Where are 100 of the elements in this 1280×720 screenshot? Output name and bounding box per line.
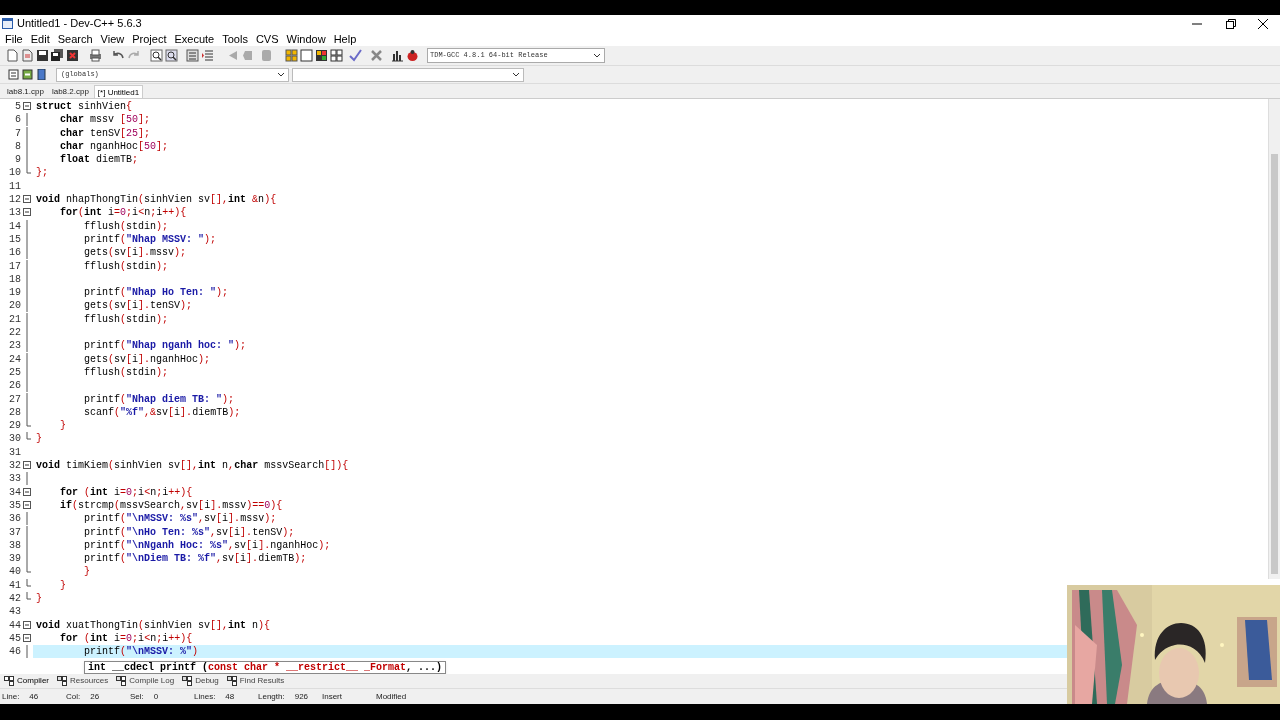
save-all-icon[interactable] — [51, 49, 64, 62]
panel-icon — [116, 676, 127, 686]
code-line: } — [35, 432, 42, 446]
code-line: printf("\nMSSV: %s",sv[i].mssv); — [83, 512, 277, 526]
status-value: 0 — [153, 690, 159, 703]
status-value: 46 — [29, 690, 39, 703]
open-file-icon[interactable] — [21, 49, 34, 62]
code-line: fflush(stdin); — [83, 219, 169, 233]
code-line: void nhapThongTin(sinhVien sv[],int &n){ — [35, 193, 277, 207]
code-line: printf("\nHo Ten: %s",sv[i].tenSV); — [83, 525, 295, 539]
close-file-icon[interactable] — [66, 49, 79, 62]
panel-icon — [57, 676, 67, 686]
code-line: printf("Nhap MSSV: "); — [83, 232, 217, 247]
status-value: 26 — [90, 690, 100, 703]
code-line: printf("\nMSSV: %") — [83, 645, 199, 659]
fold-toggle-icon[interactable] — [22, 459, 32, 472]
fold-toggle-icon[interactable] — [22, 631, 32, 645]
panel-tab[interactable]: Resources — [57, 675, 109, 687]
panel-icon — [226, 676, 237, 686]
file-tab[interactable]: [*] Untitled1 — [93, 85, 144, 98]
status-label: Line: — [2, 690, 20, 703]
status-value: 926 — [294, 690, 309, 703]
code-line: }; — [35, 166, 48, 180]
fold-toggle-icon[interactable] — [22, 100, 32, 113]
window-title: Untitled1 - Dev-C++ 5.6.3 — [17, 16, 142, 32]
code-line: scanf("%f",&sv[i].diemTB); — [83, 405, 241, 420]
code-line: } — [83, 565, 90, 579]
status-label: Col: — [66, 690, 81, 703]
menu-item[interactable]: Tools — [218, 30, 252, 48]
menu-item[interactable]: Edit — [26, 30, 54, 48]
code-line: char nganhHoc[50]; — [59, 139, 169, 154]
rebuild-icon[interactable] — [330, 49, 343, 62]
status-label: Lines: — [194, 690, 216, 703]
stop-icon[interactable] — [370, 49, 383, 62]
status-text: Modified — [375, 690, 408, 703]
menu-item[interactable]: Search — [53, 30, 97, 48]
menu-item[interactable]: View — [96, 30, 129, 48]
code-line: for (int i=0;i<n;i++){ — [59, 485, 193, 499]
check-icon[interactable] — [349, 49, 362, 62]
print-icon[interactable] — [89, 49, 102, 62]
menu-item[interactable]: Project — [128, 30, 171, 48]
code-line: printf("Nhap diem TB: "); — [83, 392, 235, 406]
indent-icon[interactable] — [186, 49, 199, 62]
code-line: if(strcmp(mssvSearch,sv[i].mssv)==0){ — [59, 498, 283, 513]
panel-tab[interactable]: Debug — [182, 675, 219, 687]
panel-tab[interactable]: Compiler — [4, 675, 49, 687]
close-icon[interactable] — [1258, 18, 1268, 29]
panel-icon — [4, 676, 14, 686]
fold-toggle-icon[interactable] — [22, 498, 32, 512]
unindent-icon[interactable] — [201, 49, 214, 62]
fold-toggle-icon[interactable] — [22, 485, 32, 499]
debug-icon[interactable] — [406, 49, 419, 62]
panel-tab[interactable]: Find Results — [226, 675, 285, 687]
class-browser-icon[interactable] — [8, 69, 19, 80]
code-line: fflush(stdin); — [83, 259, 169, 273]
replace-icon[interactable] — [165, 49, 178, 62]
code-line: printf("Nhap Ho Ten: "); — [83, 286, 229, 300]
status-text: Insert — [321, 690, 343, 703]
code-line: gets(sv[i].nganhHoc); — [83, 352, 211, 366]
code-line: } — [59, 578, 66, 592]
scrollbar[interactable] — [1268, 99, 1280, 579]
app-icon — [2, 18, 13, 29]
code-line: void xuatThongTin(sinhVien sv[],int n){ — [35, 618, 271, 632]
code-line: for(int i=0;i<n;i++){ — [59, 206, 187, 220]
code-line: void timKiem(sinhVien sv[],int n,char mssvSearch[]){ — [35, 459, 349, 473]
code-line: struct sinhVien{ — [35, 100, 133, 114]
status-label: Sel: — [130, 690, 144, 703]
file-tab[interactable]: lab8.1.cpp — [4, 86, 47, 98]
chevron-down-icon — [277, 72, 285, 77]
code-line: printf("\nNganh Hoc: %s",sv[i].nganhHoc); — [83, 538, 331, 553]
code-line: } — [59, 419, 66, 433]
panel-tab[interactable]: Compile Log — [116, 675, 175, 687]
bar-chart-icon[interactable] — [391, 49, 404, 62]
menu-item[interactable]: CVS — [251, 30, 283, 48]
new-file-icon[interactable] — [6, 49, 19, 62]
code-line: for (int i=0;i<n;i++){ — [59, 631, 193, 646]
code-line: char mssv [50]; — [59, 113, 151, 127]
search-icon[interactable] — [150, 49, 163, 62]
chevron-down-icon — [512, 72, 520, 77]
code-line: float diemTB; — [59, 153, 139, 167]
status-label: Length: — [258, 690, 285, 703]
tooltip: int __cdecl printf (const char * __restrict__ _Format, ...) — [84, 661, 447, 674]
code-line: gets(sv[i].tenSV); — [83, 299, 193, 313]
restore-icon[interactable] — [1226, 18, 1236, 29]
code-line: } — [35, 592, 42, 606]
run-icon[interactable] — [300, 49, 313, 62]
menu-item[interactable]: Help — [329, 30, 361, 48]
compile-run-icon[interactable] — [315, 49, 328, 62]
menu-item[interactable]: Execute — [170, 30, 219, 48]
compile-icon[interactable] — [285, 49, 298, 62]
code-line: char tenSV[25]; — [59, 126, 151, 140]
panel-icon — [182, 676, 193, 686]
menu-item[interactable]: File — [1, 30, 27, 48]
insert-icon[interactable] — [22, 69, 33, 80]
toggle-panel-icon[interactable] — [36, 69, 47, 80]
code-line: fflush(stdin); — [83, 365, 169, 380]
file-tab[interactable]: lab8.2.cpp — [48, 86, 92, 98]
fold-toggle-icon[interactable] — [22, 618, 32, 632]
save-icon[interactable] — [36, 49, 49, 62]
menu-item[interactable]: Window — [282, 30, 330, 48]
